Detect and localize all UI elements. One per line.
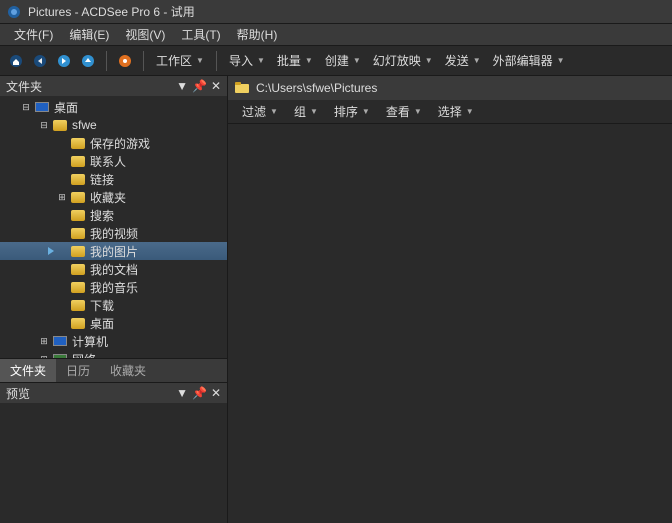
separator — [216, 51, 217, 71]
folder-icon — [70, 243, 86, 259]
tree-item-selected[interactable]: 我的图片 — [0, 242, 227, 260]
separator — [106, 51, 107, 71]
tree-item[interactable]: 桌面 — [0, 314, 227, 332]
tree-network[interactable]: ⊞网络 — [0, 350, 227, 358]
menu-tools[interactable]: 工具(T) — [173, 24, 228, 45]
home-icon[interactable] — [6, 51, 26, 71]
preview-panel: 预览 ▼ 📌 ✕ — [0, 382, 227, 523]
expand-icon[interactable]: ⊞ — [38, 335, 50, 347]
close-icon[interactable]: ✕ — [211, 79, 221, 93]
menu-edit[interactable]: 编辑(E) — [61, 24, 117, 45]
tree-desktop[interactable]: ⊟ 桌面 — [0, 98, 227, 116]
folder-icon — [70, 225, 86, 241]
computer-icon — [52, 333, 68, 349]
tree-sfwe[interactable]: ⊟ sfwe — [0, 116, 227, 134]
monitor-icon — [34, 99, 50, 115]
folders-panel-header: 文件夹 ▼ 📌 ✕ — [0, 76, 227, 96]
menu-file[interactable]: 文件(F) — [6, 24, 61, 45]
folder-icon — [70, 189, 86, 205]
folder-tree[interactable]: ⊟ 桌面 ⊟ sfwe 保存的游戏 联系人 链接 ⊞收藏夹 搜索 我的视频 我的… — [0, 96, 227, 358]
pin-icon[interactable]: 📌 — [192, 79, 207, 93]
folder-icon — [70, 261, 86, 277]
folder-icon — [234, 80, 250, 96]
toolbar: 工作区▼ 导入▼ 批量▼ 创建▼ 幻灯放映▼ 发送▼ 外部编辑器▼ — [0, 46, 672, 76]
tab-calendar[interactable]: 日历 — [56, 359, 100, 382]
tree-computer[interactable]: ⊞计算机 — [0, 332, 227, 350]
tree-item[interactable]: 保存的游戏 — [0, 134, 227, 152]
menu-view[interactable]: 视图(V) — [117, 24, 173, 45]
collapse-icon[interactable]: ⊟ — [38, 119, 50, 131]
workspace-dropdown[interactable]: 工作区▼ — [150, 50, 210, 71]
panel-controls: ▼ 📌 ✕ — [176, 79, 221, 93]
back-icon[interactable] — [30, 51, 50, 71]
import-dropdown[interactable]: 导入▼ — [223, 50, 271, 71]
forward-icon[interactable] — [54, 51, 74, 71]
slideshow-dropdown[interactable]: 幻灯放映▼ — [367, 50, 439, 71]
batch-dropdown[interactable]: 批量▼ — [271, 50, 319, 71]
select-dropdown[interactable]: 选择▼ — [432, 101, 480, 122]
menu-help[interactable]: 帮助(H) — [229, 24, 286, 45]
content-area: C:\Users\sfwe\Pictures 过滤▼ 组▼ 排序▼ 查看▼ 选择… — [228, 76, 672, 523]
folder-icon — [70, 297, 86, 313]
folder-icon — [70, 135, 86, 151]
path-bar[interactable]: C:\Users\sfwe\Pictures — [228, 76, 672, 100]
tree-item[interactable]: 联系人 — [0, 152, 227, 170]
preview-header: 预览 ▼ 📌 ✕ — [0, 383, 227, 403]
tree-item[interactable]: 我的文档 — [0, 260, 227, 278]
folder-icon — [70, 279, 86, 295]
preview-body — [0, 403, 227, 523]
panel-controls: ▼ 📌 ✕ — [176, 386, 221, 400]
window-title: Pictures - ACDSee Pro 6 - 试用 — [28, 3, 195, 20]
tree-item[interactable]: 下载 — [0, 296, 227, 314]
pin-icon[interactable]: 📌 — [192, 386, 207, 400]
network-icon — [52, 351, 68, 358]
sidebar: 文件夹 ▼ 📌 ✕ ⊟ 桌面 ⊟ sfwe 保存的游戏 联系人 链 — [0, 76, 228, 523]
main-area: 文件夹 ▼ 📌 ✕ ⊟ 桌面 ⊟ sfwe 保存的游戏 联系人 链 — [0, 76, 672, 523]
tree-item[interactable]: 我的视频 — [0, 224, 227, 242]
thumbnail-area[interactable] — [228, 124, 672, 523]
folders-panel-title: 文件夹 — [6, 78, 42, 95]
external-dropdown[interactable]: 外部编辑器▼ — [487, 50, 571, 71]
tab-favorites[interactable]: 收藏夹 — [100, 359, 156, 382]
sidebar-tabs: 文件夹 日历 收藏夹 — [0, 358, 227, 382]
dropdown-icon[interactable]: ▼ — [176, 79, 188, 93]
title-bar: Pictures - ACDSee Pro 6 - 试用 — [0, 0, 672, 24]
close-icon[interactable]: ✕ — [211, 386, 221, 400]
group-dropdown[interactable]: 组▼ — [288, 101, 324, 122]
filter-dropdown[interactable]: 过滤▼ — [236, 101, 284, 122]
folder-icon — [70, 207, 86, 223]
folder-icon — [70, 171, 86, 187]
dropdown-icon[interactable]: ▼ — [176, 386, 188, 400]
filter-bar: 过滤▼ 组▼ 排序▼ 查看▼ 选择▼ — [228, 100, 672, 124]
path-text: C:\Users\sfwe\Pictures — [256, 81, 377, 95]
expand-icon[interactable]: ⊞ — [38, 353, 50, 358]
menu-bar: 文件(F) 编辑(E) 视图(V) 工具(T) 帮助(H) — [0, 24, 672, 46]
expand-icon[interactable]: ⊞ — [56, 191, 68, 203]
separator — [143, 51, 144, 71]
tree-item[interactable]: ⊞收藏夹 — [0, 188, 227, 206]
folder-icon — [70, 153, 86, 169]
sort-dropdown[interactable]: 排序▼ — [328, 101, 376, 122]
app-icon — [6, 4, 22, 20]
preview-title: 预览 — [6, 385, 30, 402]
create-dropdown[interactable]: 创建▼ — [319, 50, 367, 71]
folder-icon — [52, 117, 68, 133]
send-dropdown[interactable]: 发送▼ — [439, 50, 487, 71]
action-icon[interactable] — [115, 51, 135, 71]
tree-item[interactable]: 我的音乐 — [0, 278, 227, 296]
folder-icon — [70, 315, 86, 331]
collapse-icon[interactable]: ⊟ — [20, 101, 32, 113]
tree-item[interactable]: 链接 — [0, 170, 227, 188]
up-icon[interactable] — [78, 51, 98, 71]
tree-item[interactable]: 搜索 — [0, 206, 227, 224]
view-dropdown[interactable]: 查看▼ — [380, 101, 428, 122]
selection-marker-icon — [48, 247, 54, 255]
tab-folders[interactable]: 文件夹 — [0, 359, 56, 382]
